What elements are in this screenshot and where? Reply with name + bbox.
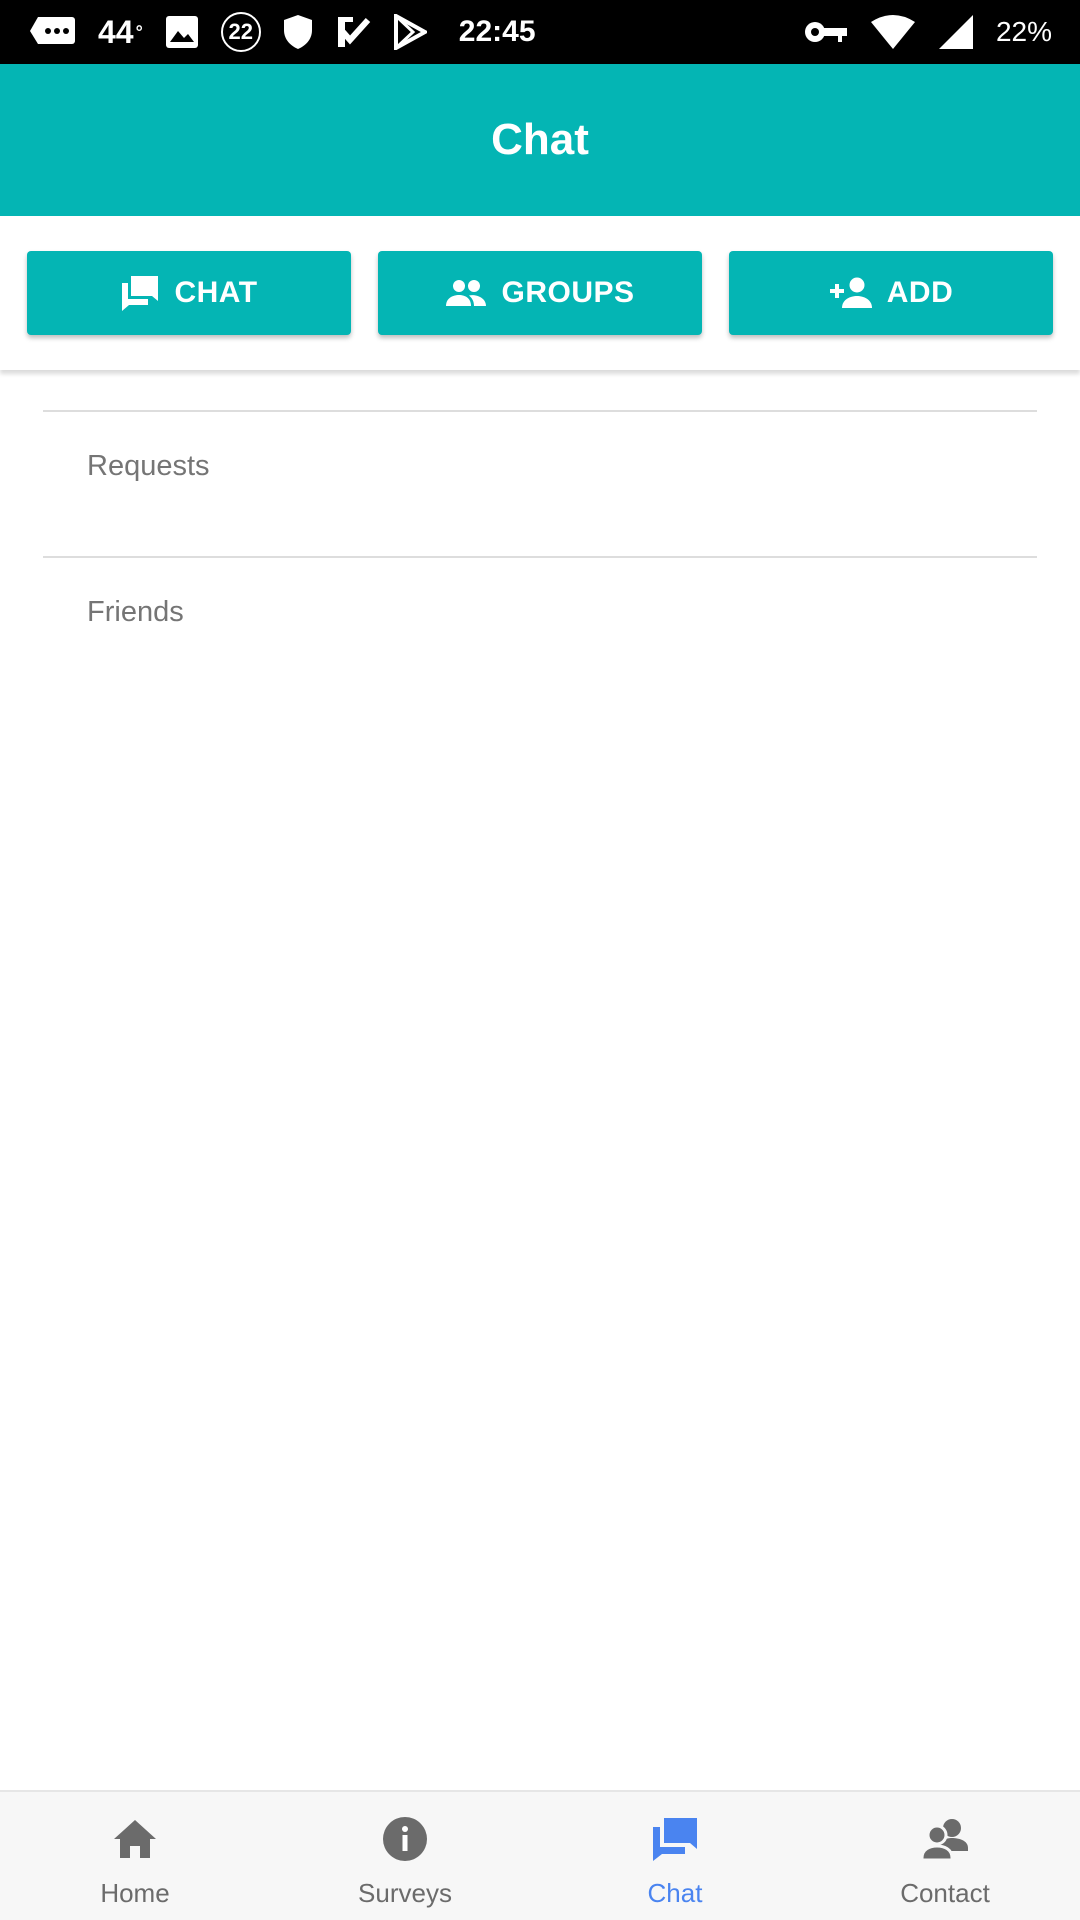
groups-button[interactable]: GROUPS	[378, 251, 702, 335]
groups-icon	[445, 279, 487, 307]
groups-button-label: GROUPS	[501, 276, 635, 309]
weather-temperature: 44 °	[98, 13, 143, 50]
nav-surveys[interactable]: Surveys	[270, 1792, 540, 1920]
cell-signal-icon	[938, 14, 974, 50]
task-check-icon	[335, 14, 371, 50]
chat-button[interactable]: CHAT	[27, 251, 351, 335]
nav-home-label: Home	[100, 1878, 170, 1908]
chat-button-label: CHAT	[174, 276, 258, 309]
chat-sections: Requests Friends	[43, 410, 1037, 702]
vpn-key-icon	[804, 19, 848, 45]
nav-contact-label: Contact	[900, 1878, 990, 1908]
clock: 22:45	[458, 15, 536, 48]
home-icon	[112, 1814, 158, 1864]
action-button-bar: CHAT GROUPS ADD	[0, 216, 1080, 370]
requests-section[interactable]: Requests	[43, 412, 1037, 556]
app-bar: Chat	[0, 64, 1080, 216]
page-title: Chat	[491, 115, 589, 164]
wifi-icon	[870, 14, 916, 50]
image-icon	[165, 15, 199, 49]
counter-badge: 22	[220, 12, 261, 52]
add-person-icon	[829, 277, 873, 309]
nav-surveys-label: Surveys	[358, 1878, 452, 1908]
friends-section[interactable]: Friends	[43, 558, 1037, 702]
chat-icon	[120, 275, 160, 311]
add-button-label: ADD	[886, 276, 954, 309]
message-notification-icon	[28, 15, 76, 49]
contact-icon	[920, 1814, 970, 1864]
nav-contact[interactable]: Contact	[810, 1792, 1080, 1920]
status-bar-left: 44 ° 22 22:45	[28, 12, 536, 52]
play-store-icon	[393, 14, 427, 50]
nav-chat[interactable]: Chat	[540, 1792, 810, 1920]
battery-percentage: 22%	[995, 16, 1052, 47]
status-bar-right: 22%	[804, 14, 1052, 50]
chat-bubble-icon	[651, 1814, 699, 1864]
status-bar: 44 ° 22 22:45 22%	[0, 0, 1080, 64]
requests-label: Requests	[87, 450, 210, 482]
bottom-navigation: Home Surveys Chat Contact	[0, 1790, 1080, 1920]
nav-home[interactable]: Home	[0, 1792, 270, 1920]
info-icon	[382, 1814, 428, 1864]
add-button[interactable]: ADD	[729, 251, 1053, 335]
nav-chat-label: Chat	[647, 1878, 703, 1908]
shield-icon	[283, 14, 313, 50]
friends-label: Friends	[87, 596, 184, 628]
